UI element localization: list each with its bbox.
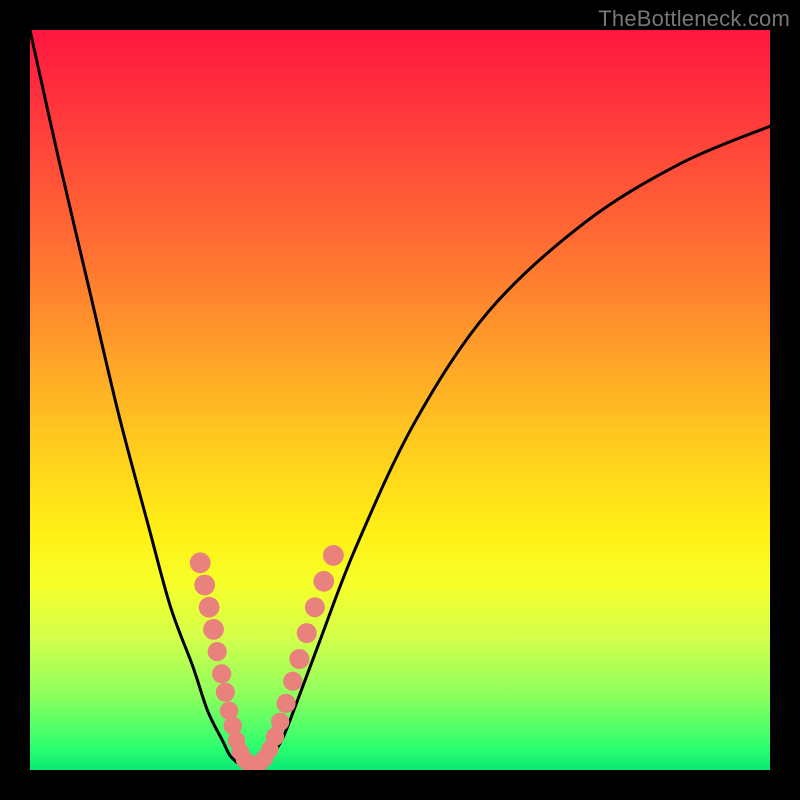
- chart-frame: TheBottleneck.com: [0, 0, 800, 800]
- marker-layer: [190, 545, 344, 770]
- curves-svg: [30, 30, 770, 770]
- highlight-dot: [271, 713, 289, 731]
- curve-layer: [30, 30, 770, 766]
- plot-area: [30, 30, 770, 770]
- highlight-dot: [313, 571, 334, 592]
- highlight-dot: [199, 597, 220, 618]
- highlight-dot: [212, 664, 231, 683]
- attribution-text: TheBottleneck.com: [598, 6, 790, 32]
- highlight-dot: [216, 683, 235, 702]
- highlight-dot: [297, 623, 317, 643]
- highlight-dot: [194, 575, 215, 596]
- series-right-curve: [267, 126, 770, 762]
- highlight-dot: [208, 642, 227, 661]
- highlight-dot: [289, 649, 309, 669]
- highlight-dot: [276, 694, 295, 713]
- highlight-dot: [190, 552, 211, 573]
- highlight-dot: [323, 545, 344, 566]
- series-left-curve: [30, 30, 237, 763]
- highlight-dot: [203, 619, 224, 640]
- highlight-dot: [283, 672, 302, 691]
- highlight-dot: [305, 597, 325, 617]
